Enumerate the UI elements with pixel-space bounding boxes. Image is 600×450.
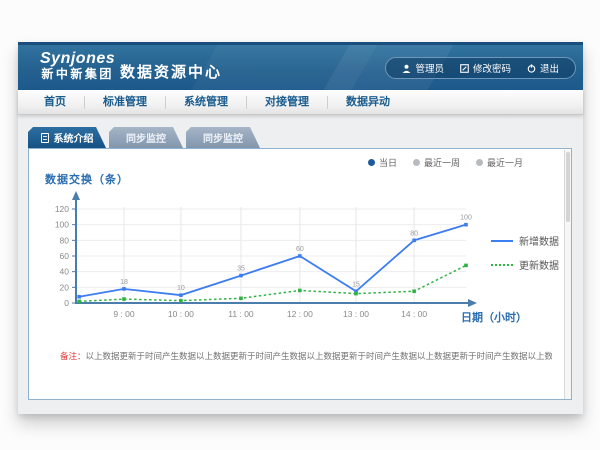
data-point-label: 18 bbox=[120, 279, 128, 286]
nav-item-home[interactable]: 首页 bbox=[26, 96, 84, 109]
y-tick-label: 40 bbox=[60, 267, 70, 277]
panel-scrollbar[interactable] bbox=[564, 150, 571, 399]
tab-sync-monitor-1[interactable]: 同步监控 bbox=[109, 127, 183, 148]
tab-sync-monitor-2-label: 同步监控 bbox=[203, 130, 243, 145]
tab-bar: 系统介绍 同步监控 同步监控 bbox=[28, 127, 260, 148]
y-tick-label: 80 bbox=[60, 235, 70, 245]
legend-updated-data-label: 更新数据 bbox=[519, 257, 559, 272]
footnote: 备注：以上数据更新于时间产生数据以上数据更新于时间产生数据以上数据更新于时间产生… bbox=[60, 350, 552, 362]
x-axis-title: 日期（小时） bbox=[461, 309, 527, 325]
data-point bbox=[122, 297, 126, 301]
data-point bbox=[122, 287, 126, 291]
x-tick-label: 11 : 00 bbox=[228, 309, 254, 319]
data-point-label: 100 bbox=[460, 215, 472, 222]
legend-item-updated-data: 更新数据 bbox=[491, 257, 559, 272]
tab-sync-monitor-2[interactable]: 同步监控 bbox=[186, 127, 260, 148]
y-tick-label: 0 bbox=[64, 298, 69, 308]
y-tick-label: 20 bbox=[60, 282, 70, 292]
data-point bbox=[77, 295, 81, 299]
data-point bbox=[77, 300, 81, 304]
tab-sync-monitor-1-label: 同步监控 bbox=[126, 130, 166, 145]
user-icon bbox=[402, 64, 411, 73]
data-point-label: 60 bbox=[296, 246, 304, 253]
data-point-label: 80 bbox=[410, 230, 418, 237]
data-point-label: 15 bbox=[352, 281, 360, 288]
legend-item-new-data: 新增数据 bbox=[491, 233, 559, 248]
y-tick-label: 100 bbox=[55, 220, 69, 230]
company-logo: Synjones 新中新集团 bbox=[40, 50, 115, 82]
user-menu-admin-label: 管理员 bbox=[415, 61, 444, 75]
x-axis-arrow-icon bbox=[468, 299, 477, 307]
x-tick-label: 14 : 00 bbox=[401, 309, 427, 319]
tab-system-intro[interactable]: 系统介绍 bbox=[28, 127, 106, 148]
data-point bbox=[354, 292, 358, 296]
data-point bbox=[179, 299, 183, 303]
panel-scrollbar-thumb[interactable] bbox=[566, 152, 570, 222]
document-icon bbox=[41, 133, 49, 143]
series-line-updated-data bbox=[79, 265, 466, 301]
solid-line-swatch-icon bbox=[491, 240, 513, 242]
data-point bbox=[464, 223, 468, 227]
logout-icon bbox=[527, 64, 536, 73]
app-header: Synjones 新中新集团 数据资源中心 管理员 修改密码 bbox=[18, 42, 583, 90]
chart-panel: 当日 最近一周 最近一月 数据交换（条） 0204060801001209 : … bbox=[28, 148, 572, 400]
main-nav: 首页 标准管理 系统管理 对接管理 数据异动 bbox=[18, 90, 583, 115]
x-tick-label: 10 : 00 bbox=[168, 309, 194, 319]
user-menu: 管理员 修改密码 退出 bbox=[385, 57, 576, 79]
logo-text-en: Synjones bbox=[40, 50, 115, 68]
series-line-new-data bbox=[79, 225, 466, 297]
legend-new-data-label: 新增数据 bbox=[519, 233, 559, 248]
logout-button[interactable]: 退出 bbox=[519, 61, 567, 75]
y-tick-label: 120 bbox=[55, 204, 69, 214]
change-password-label: 修改密码 bbox=[473, 61, 511, 75]
x-tick-label: 13 : 00 bbox=[343, 309, 369, 319]
user-menu-admin[interactable]: 管理员 bbox=[394, 61, 452, 75]
chart-legend: 新增数据 更新数据 bbox=[491, 233, 559, 281]
data-point bbox=[412, 239, 416, 243]
data-point bbox=[298, 289, 302, 293]
data-point-label: 10 bbox=[177, 285, 185, 292]
logo-text-cn: 新中新集团 bbox=[40, 68, 115, 82]
change-password-button[interactable]: 修改密码 bbox=[452, 61, 519, 75]
nav-item-system-mgmt[interactable]: 系统管理 bbox=[165, 96, 246, 109]
footnote-prefix: 备注： bbox=[60, 351, 86, 361]
data-point bbox=[179, 293, 183, 297]
data-point bbox=[239, 274, 243, 278]
x-tick-label: 9 : 00 bbox=[113, 309, 135, 319]
page-title: 数据资源中心 bbox=[120, 61, 222, 82]
data-point-label: 35 bbox=[237, 266, 245, 273]
data-point bbox=[464, 264, 468, 268]
footnote-text: 以上数据更新于时间产生数据以上数据更新于时间产生数据以上数据更新于时间产生数据以… bbox=[86, 351, 552, 361]
data-point bbox=[412, 289, 416, 293]
nav-item-standard-mgmt[interactable]: 标准管理 bbox=[84, 96, 165, 109]
y-axis-arrow-icon bbox=[72, 191, 80, 200]
data-point bbox=[298, 254, 302, 258]
data-point bbox=[239, 297, 243, 301]
nav-item-interface-mgmt[interactable]: 对接管理 bbox=[246, 96, 327, 109]
logout-label: 退出 bbox=[540, 61, 559, 75]
tab-system-intro-label: 系统介绍 bbox=[54, 130, 94, 145]
y-tick-label: 60 bbox=[60, 251, 70, 261]
app-window: Synjones 新中新集团 数据资源中心 管理员 修改密码 bbox=[18, 42, 583, 414]
edit-icon bbox=[460, 64, 469, 73]
x-tick-label: 12 : 00 bbox=[287, 309, 313, 319]
nav-item-data-change[interactable]: 数据异动 bbox=[327, 96, 408, 109]
dotted-line-swatch-icon bbox=[491, 264, 513, 266]
